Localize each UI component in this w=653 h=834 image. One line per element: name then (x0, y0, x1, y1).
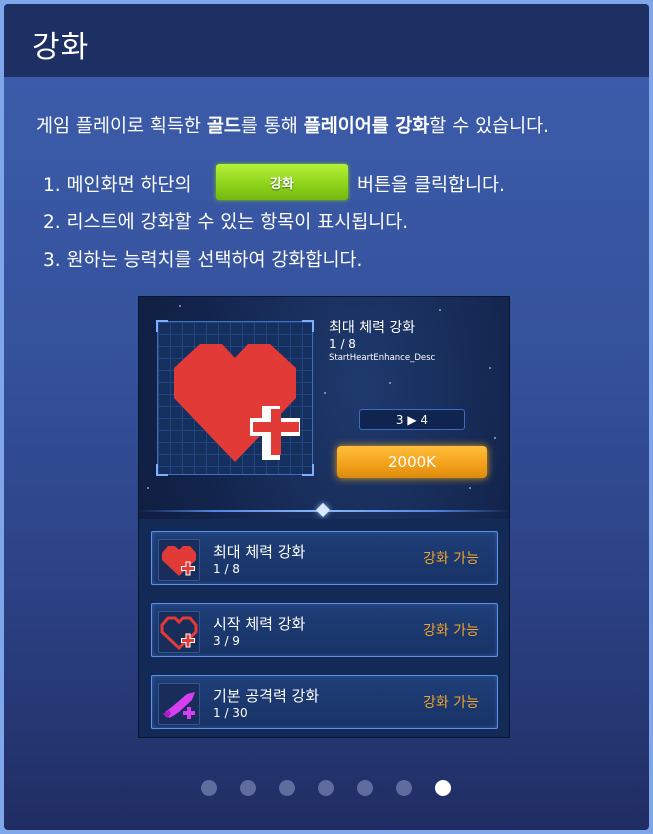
item-status: 강화 가능 (423, 551, 479, 567)
page-title: 강화 (32, 30, 90, 65)
item-level: 1 / 30 (213, 706, 248, 720)
description-part: 할 수 있습니다. (429, 116, 550, 137)
item-icon-box (158, 539, 200, 581)
page-dot[interactable] (396, 780, 412, 796)
page-dot[interactable] (279, 780, 295, 796)
item-level: 3 / 9 (213, 634, 240, 648)
description-bold-enhance: 플레이어를 강화 (303, 116, 430, 137)
heart-plus-icon (174, 344, 300, 462)
item-level: 1 / 8 (213, 562, 240, 576)
enhance-button-sample: 강화 (216, 164, 348, 200)
list-item[interactable]: 기본 공격력 강화 1 / 30 강화 가능 (151, 675, 498, 729)
page-dot-active[interactable] (435, 780, 451, 796)
selected-item-level: 1 / 8 (329, 337, 356, 351)
divider-gem-icon (315, 502, 331, 518)
page-dot[interactable] (201, 780, 217, 796)
item-status: 강화 가능 (423, 695, 479, 711)
description-text: 게임 플레이로 획득한 골드를 통해 플레이어를 강화할 수 있습니다. (36, 112, 549, 138)
page-dot[interactable] (240, 780, 256, 796)
step-1-text: 1. 메인화면 하단의 (43, 175, 192, 196)
selected-item-title: 최대 체력 강화 (329, 320, 416, 336)
item-title: 최대 체력 강화 (213, 543, 306, 561)
selected-item-icon-box (156, 320, 314, 476)
list-item[interactable]: 시작 체력 강화 3 / 9 강화 가능 (151, 603, 498, 657)
step-1-after-text: 버튼을 클릭합니다. (357, 175, 505, 196)
item-title: 시작 체력 강화 (213, 615, 306, 633)
sword-plus-icon (163, 692, 195, 719)
heart-plus-icon (162, 546, 196, 576)
list-item[interactable]: 최대 체력 강화 1 / 8 강화 가능 (151, 531, 498, 585)
step-2-text: 2. 리스트에 강화할 수 있는 항목이 표시됩니다. (43, 212, 409, 233)
level-change-box: 3 ▶ 4 (359, 409, 465, 430)
section-divider (139, 502, 509, 519)
enhance-cost-button[interactable]: 2000K (337, 446, 487, 478)
description-bold-gold: 골드 (206, 116, 241, 137)
item-icon-box (158, 683, 200, 725)
page-dot[interactable] (318, 780, 334, 796)
header-bar: 강화 (4, 4, 649, 77)
pagination-dots (0, 780, 653, 800)
enhance-screenshot-panel: 최대 체력 강화 1 / 8 StartHeartEnhance_Desc 3 … (138, 296, 510, 738)
description-part: 를 통해 (240, 116, 304, 137)
page-dot[interactable] (357, 780, 373, 796)
selected-item-description: StartHeartEnhance_Desc (329, 353, 436, 363)
heart-outline-plus-icon (160, 616, 198, 651)
item-icon-box (158, 611, 200, 653)
step-3-text: 3. 원하는 능력치를 선택하여 강화합니다. (43, 250, 363, 271)
item-status: 강화 가능 (423, 623, 479, 639)
description-part: 게임 플레이로 획득한 (36, 116, 207, 137)
item-title: 기본 공격력 강화 (213, 687, 320, 705)
